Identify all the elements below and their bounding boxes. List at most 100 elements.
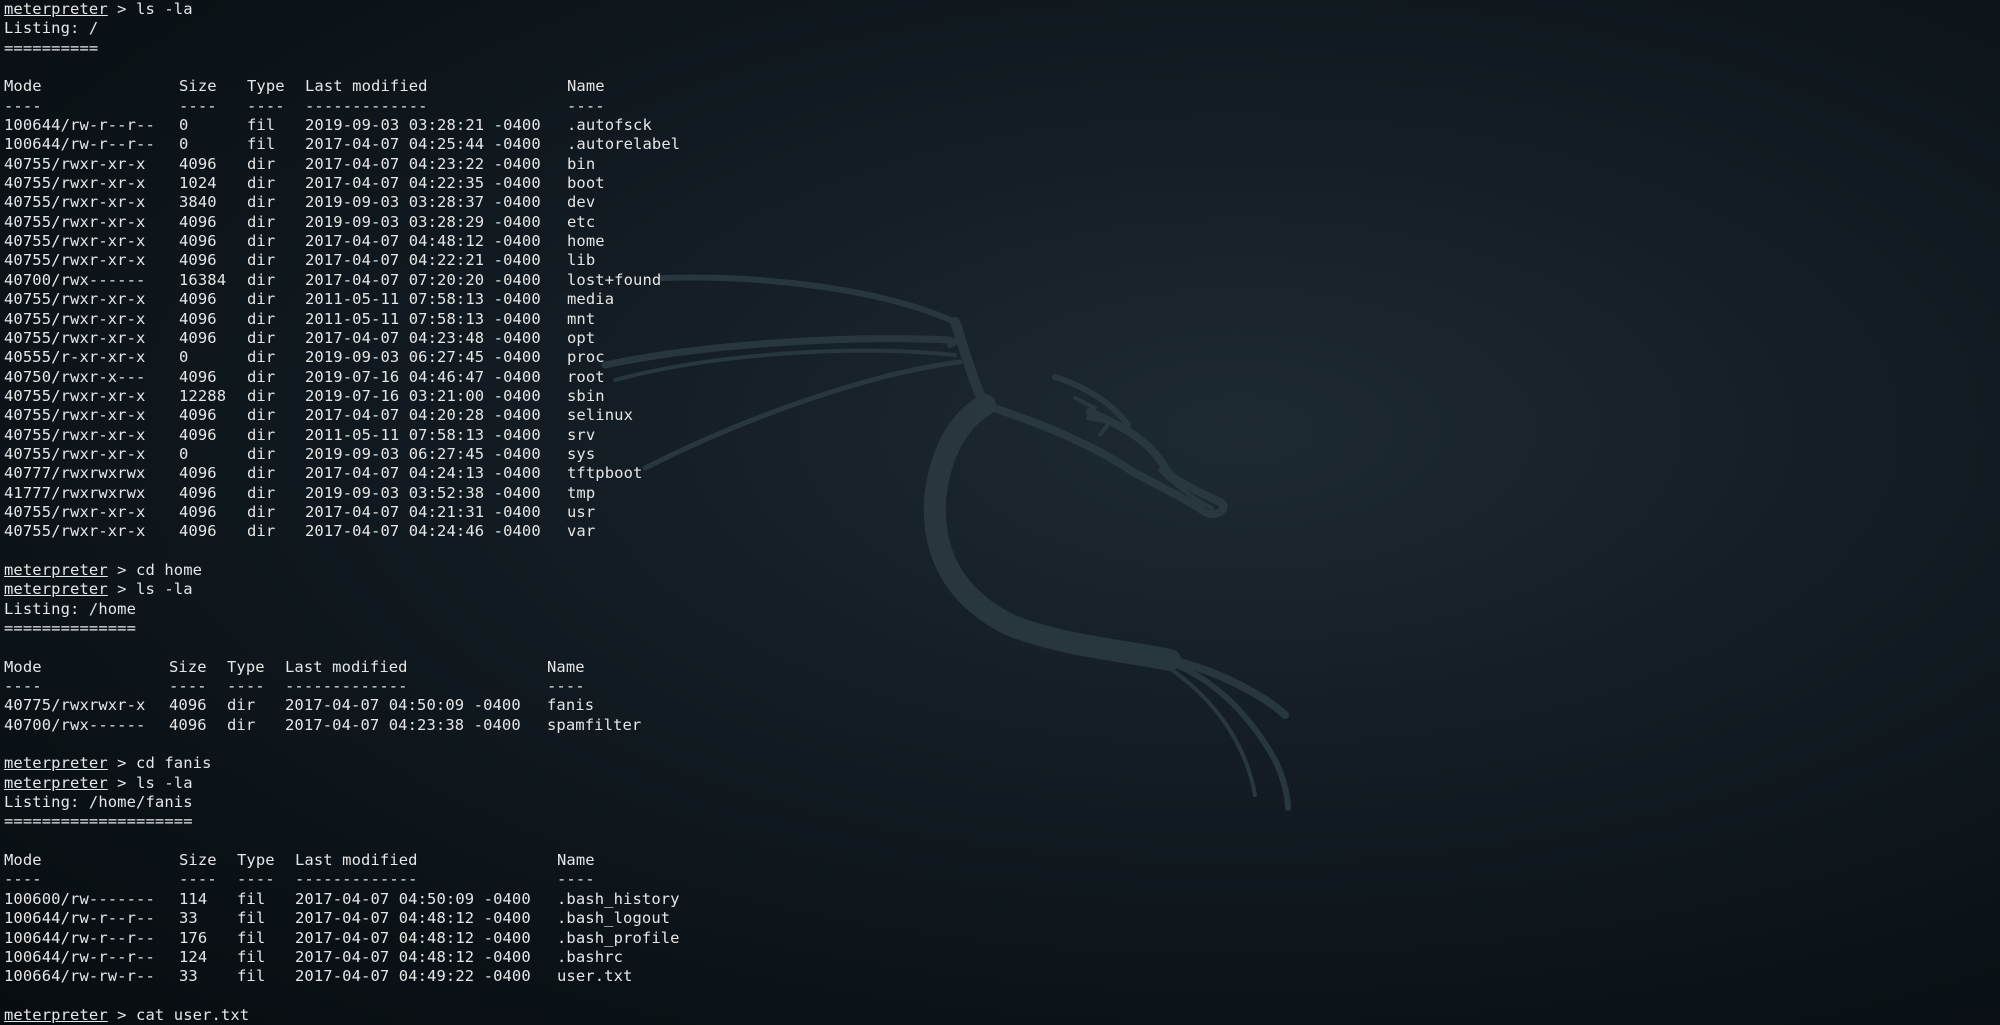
cell-3: 2017-04-07 04:23:38 -0400 bbox=[285, 715, 521, 734]
column-header-2: Type bbox=[247, 77, 285, 96]
cell-1: 16384 bbox=[179, 270, 227, 289]
cell-2: dir bbox=[247, 290, 276, 309]
cell-2: dir bbox=[247, 232, 276, 251]
cell-1: 4096 bbox=[179, 309, 217, 328]
command-text: cat user.txt bbox=[136, 1005, 250, 1024]
prompt-label: meterpreter bbox=[4, 0, 108, 18]
cell-0: 100644/rw-r--r-- bbox=[4, 135, 155, 154]
cell-4: sys bbox=[567, 444, 596, 463]
cell-4: .bash_profile bbox=[557, 928, 680, 947]
cell-2: dir bbox=[247, 502, 276, 521]
cell-0: 40755/rwxr-xr-x bbox=[4, 309, 146, 328]
cell-0: 40755/rwxr-xr-x bbox=[4, 212, 146, 231]
command-text: cd fanis bbox=[136, 754, 212, 773]
cell-4: dev bbox=[567, 193, 596, 212]
cell-3: 2011-05-11 07:58:13 -0400 bbox=[305, 425, 541, 444]
cell-1: 1024 bbox=[179, 174, 217, 193]
table-row: 40555/r-xr-xr-x 0 dir 2019-09-03 06:27:45 -… bbox=[4, 348, 2000, 367]
column-divider-4: ---- bbox=[547, 677, 585, 696]
cell-2: fil bbox=[237, 889, 266, 908]
cell-3: 2017-04-07 04:22:35 -0400 bbox=[305, 174, 541, 193]
table-row: 40750/rwxr-x--- 4096 dir 2019-07-16 04:46:4… bbox=[4, 368, 2000, 387]
cell-4: user.txt bbox=[557, 967, 633, 986]
cell-0: 40755/rwxr-xr-x bbox=[4, 406, 146, 425]
cell-0: 40700/rwx------ bbox=[4, 715, 146, 734]
cell-4: .bash_history bbox=[557, 889, 680, 908]
table-row: 40755/rwxr-xr-x 4096 dir 2019-09-03 03:28:2… bbox=[4, 213, 2000, 232]
table-row: 100600/rw------- 114 fil 2017-04-07 04:50:0… bbox=[4, 890, 2000, 909]
cell-3: 2019-09-03 03:52:38 -0400 bbox=[305, 483, 541, 502]
cell-0: 40755/rwxr-xr-x bbox=[4, 251, 146, 270]
cell-0: 100644/rw-r--r-- bbox=[4, 928, 155, 947]
prompt-line: meterpreter > cd home bbox=[4, 560, 203, 579]
cell-0: 100644/rw-r--r-- bbox=[4, 947, 155, 966]
column-divider-1: ---- bbox=[179, 870, 217, 889]
table-divider: ---- ---- ---- ------------- ---- bbox=[4, 870, 2000, 889]
cell-4: .autorelabel bbox=[567, 135, 681, 154]
cell-1: 4096 bbox=[179, 251, 217, 270]
prompt-line: meterpreter > ls -la bbox=[4, 773, 193, 792]
table-header: Mode Size Type Last modified Name bbox=[4, 658, 2000, 677]
cell-0: 100644/rw-r--r-- bbox=[4, 909, 155, 928]
cell-3: 2019-09-03 06:27:45 -0400 bbox=[305, 348, 541, 367]
cell-3: 2017-04-07 04:23:48 -0400 bbox=[305, 328, 541, 347]
cell-1: 4096 bbox=[179, 406, 217, 425]
prompt-label: meterpreter bbox=[4, 580, 108, 599]
listing-rule: ========== bbox=[4, 39, 2000, 58]
command-text: ls -la bbox=[136, 0, 193, 18]
cell-3: 2019-09-03 03:28:37 -0400 bbox=[305, 193, 541, 212]
listing-path-text: Listing: / bbox=[4, 19, 99, 38]
prompt-label: meterpreter bbox=[4, 773, 108, 792]
cell-1: 0 bbox=[179, 116, 189, 135]
cell-3: 2017-04-07 07:20:20 -0400 bbox=[305, 270, 541, 289]
table-row: 40755/rwxr-xr-x 4096 dir 2011-05-11 07:58:1… bbox=[4, 310, 2000, 329]
cell-4: home bbox=[567, 232, 605, 251]
cell-3: 2017-04-07 04:25:44 -0400 bbox=[305, 135, 541, 154]
cell-4: root bbox=[567, 367, 605, 386]
table-header: Mode Size Type Last modified Name bbox=[4, 851, 2000, 870]
cell-0: 40755/rwxr-xr-x bbox=[4, 386, 146, 405]
command-text: ls -la bbox=[136, 580, 193, 599]
table-header: Mode Size Type Last modified Name bbox=[4, 77, 2000, 96]
column-divider-2: ---- bbox=[237, 870, 275, 889]
column-divider-4: ---- bbox=[557, 870, 595, 889]
cell-3: 2019-09-03 03:28:29 -0400 bbox=[305, 212, 541, 231]
column-divider-2: ---- bbox=[227, 677, 265, 696]
cell-0: 40755/rwxr-xr-x bbox=[4, 290, 146, 309]
cell-0: 100664/rw-rw-r-- bbox=[4, 967, 155, 986]
table-row: 100644/rw-r--r-- 33 fil 2017-04-07 04:48:12… bbox=[4, 909, 2000, 928]
column-divider-3: ------------- bbox=[285, 677, 408, 696]
cell-2: fil bbox=[247, 135, 276, 154]
column-divider-1: ---- bbox=[179, 96, 217, 115]
cell-1: 114 bbox=[179, 889, 208, 908]
cell-4: .autofsck bbox=[567, 116, 652, 135]
cell-0: 41777/rwxrwxrwx bbox=[4, 483, 146, 502]
cell-0: 40755/rwxr-xr-x bbox=[4, 522, 146, 541]
cell-4: lost+found bbox=[567, 270, 662, 289]
cell-4: fanis bbox=[547, 696, 595, 715]
listing-path: Listing: /home bbox=[4, 600, 2000, 619]
cell-2: dir bbox=[247, 154, 276, 173]
cell-4: opt bbox=[567, 328, 596, 347]
cell-4: proc bbox=[567, 348, 605, 367]
table-divider: ---- ---- ---- ------------- ---- bbox=[4, 677, 2000, 696]
cell-3: 2019-07-16 04:46:47 -0400 bbox=[305, 367, 541, 386]
cell-0: 40775/rwxrwxr-x bbox=[4, 696, 146, 715]
cell-1: 0 bbox=[179, 444, 189, 463]
cell-0: 40755/rwxr-xr-x bbox=[4, 154, 146, 173]
cell-4: .bash_logout bbox=[557, 909, 671, 928]
cell-3: 2017-04-07 04:22:21 -0400 bbox=[305, 251, 541, 270]
table-row: 40755/rwxr-xr-x 4096 dir 2017-04-07 04:24:4… bbox=[4, 522, 2000, 541]
cell-1: 176 bbox=[179, 928, 208, 947]
cell-2: dir bbox=[247, 309, 276, 328]
cell-2: dir bbox=[247, 483, 276, 502]
cell-4: tmp bbox=[567, 483, 596, 502]
cell-1: 33 bbox=[179, 967, 198, 986]
command-text: cd home bbox=[136, 560, 203, 579]
cell-3: 2017-04-07 04:20:28 -0400 bbox=[305, 406, 541, 425]
cell-4: sbin bbox=[567, 386, 605, 405]
table-row: 40775/rwxrwxr-x 4096 dir 2017-04-07 04:50:0… bbox=[4, 696, 2000, 715]
